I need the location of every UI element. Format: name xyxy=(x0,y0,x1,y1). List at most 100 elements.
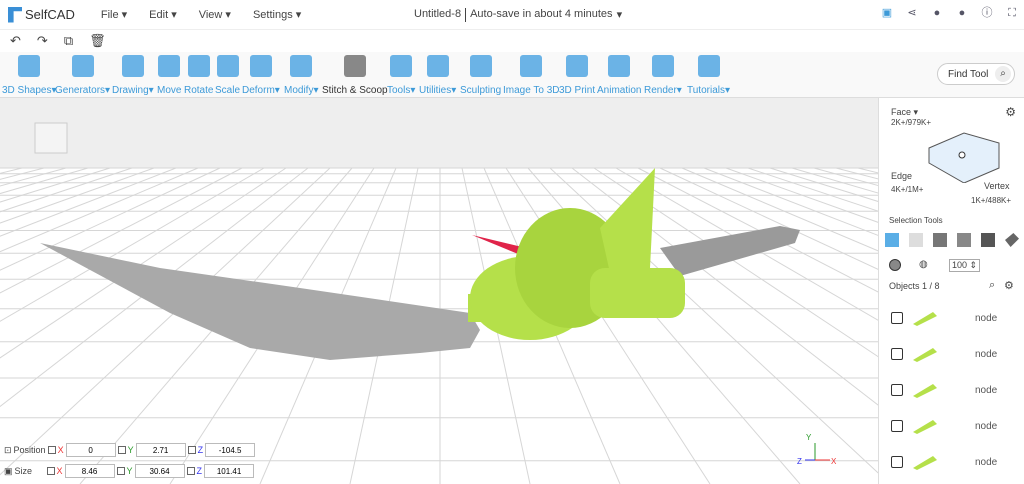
tool-drawing[interactable]: Drawing▾ xyxy=(112,55,154,96)
search-icon[interactable]: ⌕ xyxy=(995,66,1011,82)
find-tool-input[interactable]: Find Tool ⌕ xyxy=(937,63,1015,85)
share-icon[interactable]: ⋖ xyxy=(906,7,918,19)
size-row: ▣Size X Y Z xyxy=(4,464,255,478)
delete-icon[interactable]: 🗑 xyxy=(89,33,106,49)
select-half-icon[interactable] xyxy=(981,233,995,247)
selection-cube-icon[interactable] xyxy=(924,128,1004,183)
object-checkbox[interactable] xyxy=(891,456,903,468)
object-name: node xyxy=(975,420,998,432)
tool-tools[interactable]: Tools▾ xyxy=(387,55,415,96)
3d-viewport[interactable]: Y Z X ⊡Position X Y Z ▣Size X Y Z xyxy=(0,98,878,484)
toolbar: Find Tool ⌕ 3D Shapes▾ Generators▾ Drawing▾… xyxy=(0,52,1024,98)
size-icon: ▣ xyxy=(4,465,13,476)
tool-modify[interactable]: Modify▾ xyxy=(284,55,318,96)
object-thumbnail xyxy=(913,348,937,362)
size-lock-y-checkbox[interactable] xyxy=(116,467,125,475)
menu-settings[interactable]: Settings ▾ xyxy=(253,8,301,21)
tool-stitch-scoop[interactable]: Stitch & Scoop xyxy=(322,55,388,96)
vertex-label[interactable]: Vertex xyxy=(984,181,1010,191)
scene[interactable]: Y Z X xyxy=(0,98,878,484)
size-lock-x-checkbox[interactable] xyxy=(46,467,55,475)
document-title[interactable]: Untitled-8 Auto-save in about 4 minutes ▾ xyxy=(414,8,622,22)
lock-y-checkbox[interactable] xyxy=(117,446,126,454)
tool-tutorials[interactable]: Tutorials▾ xyxy=(687,55,730,96)
tool-rotate[interactable]: Rotate xyxy=(184,55,213,96)
selection-tools-label: Selection Tools xyxy=(889,216,943,225)
tool-animation[interactable]: Animation xyxy=(597,55,641,96)
brush-size-stepper[interactable]: 100 ⇕ xyxy=(949,259,981,272)
menu-edit[interactable]: Edit ▾ xyxy=(149,8,177,21)
tool-3d-print[interactable]: 3D Print xyxy=(559,55,595,96)
vertex-count: 1K+/488K+ xyxy=(971,196,1012,205)
object-thumbnail xyxy=(913,312,937,326)
copy-icon[interactable]: ⧉ xyxy=(64,33,73,49)
blade xyxy=(40,243,480,360)
object-list-item[interactable]: node xyxy=(891,308,997,328)
object-list-item[interactable]: node xyxy=(891,452,997,472)
search-objects-icon[interactable]: ⌕ xyxy=(989,279,995,292)
position-icon: ⊡ xyxy=(4,444,12,455)
app-name: SelfCAD xyxy=(25,7,75,22)
tool-icon xyxy=(71,55,94,77)
brush-circle-icon[interactable] xyxy=(889,259,901,271)
objects-header: Objects 1 / 8 xyxy=(889,281,940,291)
size-x-input[interactable] xyxy=(64,464,115,478)
tool-utilities[interactable]: Utilities▾ xyxy=(419,55,456,96)
brush-pattern-icon[interactable]: ◍ xyxy=(919,259,928,270)
edge-label[interactable]: Edge xyxy=(891,171,912,181)
lock-x-checkbox[interactable] xyxy=(47,446,56,454)
tool-icon xyxy=(390,55,413,77)
gear-icon[interactable]: ⚙ xyxy=(1005,105,1016,119)
tool-sculpting[interactable]: Sculpting xyxy=(460,55,501,96)
user-icon[interactable]: ● xyxy=(956,7,968,19)
redo-icon[interactable]: ↷ xyxy=(37,33,48,49)
fullscreen-icon[interactable]: ⛶ xyxy=(1006,7,1018,19)
position-z-input[interactable] xyxy=(205,443,256,457)
tool-render[interactable]: Render▾ xyxy=(644,55,682,96)
size-y-input[interactable] xyxy=(134,464,185,478)
save-icon[interactable]: ▣ xyxy=(881,7,893,19)
undo-icon[interactable]: ↶ xyxy=(10,33,21,49)
select-cube-icon[interactable] xyxy=(885,233,899,247)
object-list-item[interactable]: node xyxy=(891,344,997,364)
size-lock-z-checkbox[interactable] xyxy=(186,467,195,475)
position-x-input[interactable] xyxy=(65,443,116,457)
object-name: node xyxy=(975,456,998,468)
size-z-input[interactable] xyxy=(204,464,255,478)
tool-generators[interactable]: Generators▾ xyxy=(55,55,110,96)
object-checkbox[interactable] xyxy=(891,384,903,396)
object-list-item[interactable]: node xyxy=(891,380,997,400)
tool-icon xyxy=(249,55,272,77)
tool-icon xyxy=(697,55,720,77)
object-checkbox[interactable] xyxy=(891,348,903,360)
object-list-item[interactable]: node xyxy=(891,416,997,436)
tool-image-to-3d[interactable]: Image To 3D xyxy=(503,55,560,96)
select-edges-icon[interactable] xyxy=(957,233,971,247)
object-name: node xyxy=(975,384,998,396)
select-faces-icon[interactable] xyxy=(933,233,947,247)
select-plane-icon[interactable] xyxy=(1005,233,1019,247)
tool-3d-shapes[interactable]: 3D Shapes▾ xyxy=(2,55,57,96)
app-logo[interactable]: SelfCAD xyxy=(8,6,75,23)
object-name: node xyxy=(975,312,998,324)
object-checkbox[interactable] xyxy=(891,312,903,324)
tool-scale[interactable]: Scale xyxy=(215,55,240,96)
tool-icon xyxy=(566,55,589,77)
info-icon[interactable]: ⓘ xyxy=(981,7,993,19)
file-name[interactable]: Untitled-8 xyxy=(414,8,461,22)
object-checkbox[interactable] xyxy=(891,420,903,432)
autosave-status[interactable]: Auto-save in about 4 minutes xyxy=(470,8,612,22)
lock-z-checkbox[interactable] xyxy=(187,446,196,454)
select-wireframe-icon[interactable] xyxy=(909,233,923,247)
tool-deform[interactable]: Deform▾ xyxy=(242,55,280,96)
edge-count: 4K+/1M+ xyxy=(891,185,924,194)
objects-settings-icon[interactable]: ⚙ xyxy=(1004,279,1014,292)
bell-icon[interactable]: ● xyxy=(931,7,943,19)
face-select-dropdown[interactable]: Face ▾ xyxy=(891,107,918,118)
menu-file[interactable]: File ▾ xyxy=(101,8,127,21)
position-y-input[interactable] xyxy=(135,443,186,457)
tool-move[interactable]: Move xyxy=(157,55,181,96)
object-thumbnail xyxy=(913,420,937,434)
tool-icon xyxy=(343,55,366,77)
menu-view[interactable]: View ▾ xyxy=(199,8,231,21)
